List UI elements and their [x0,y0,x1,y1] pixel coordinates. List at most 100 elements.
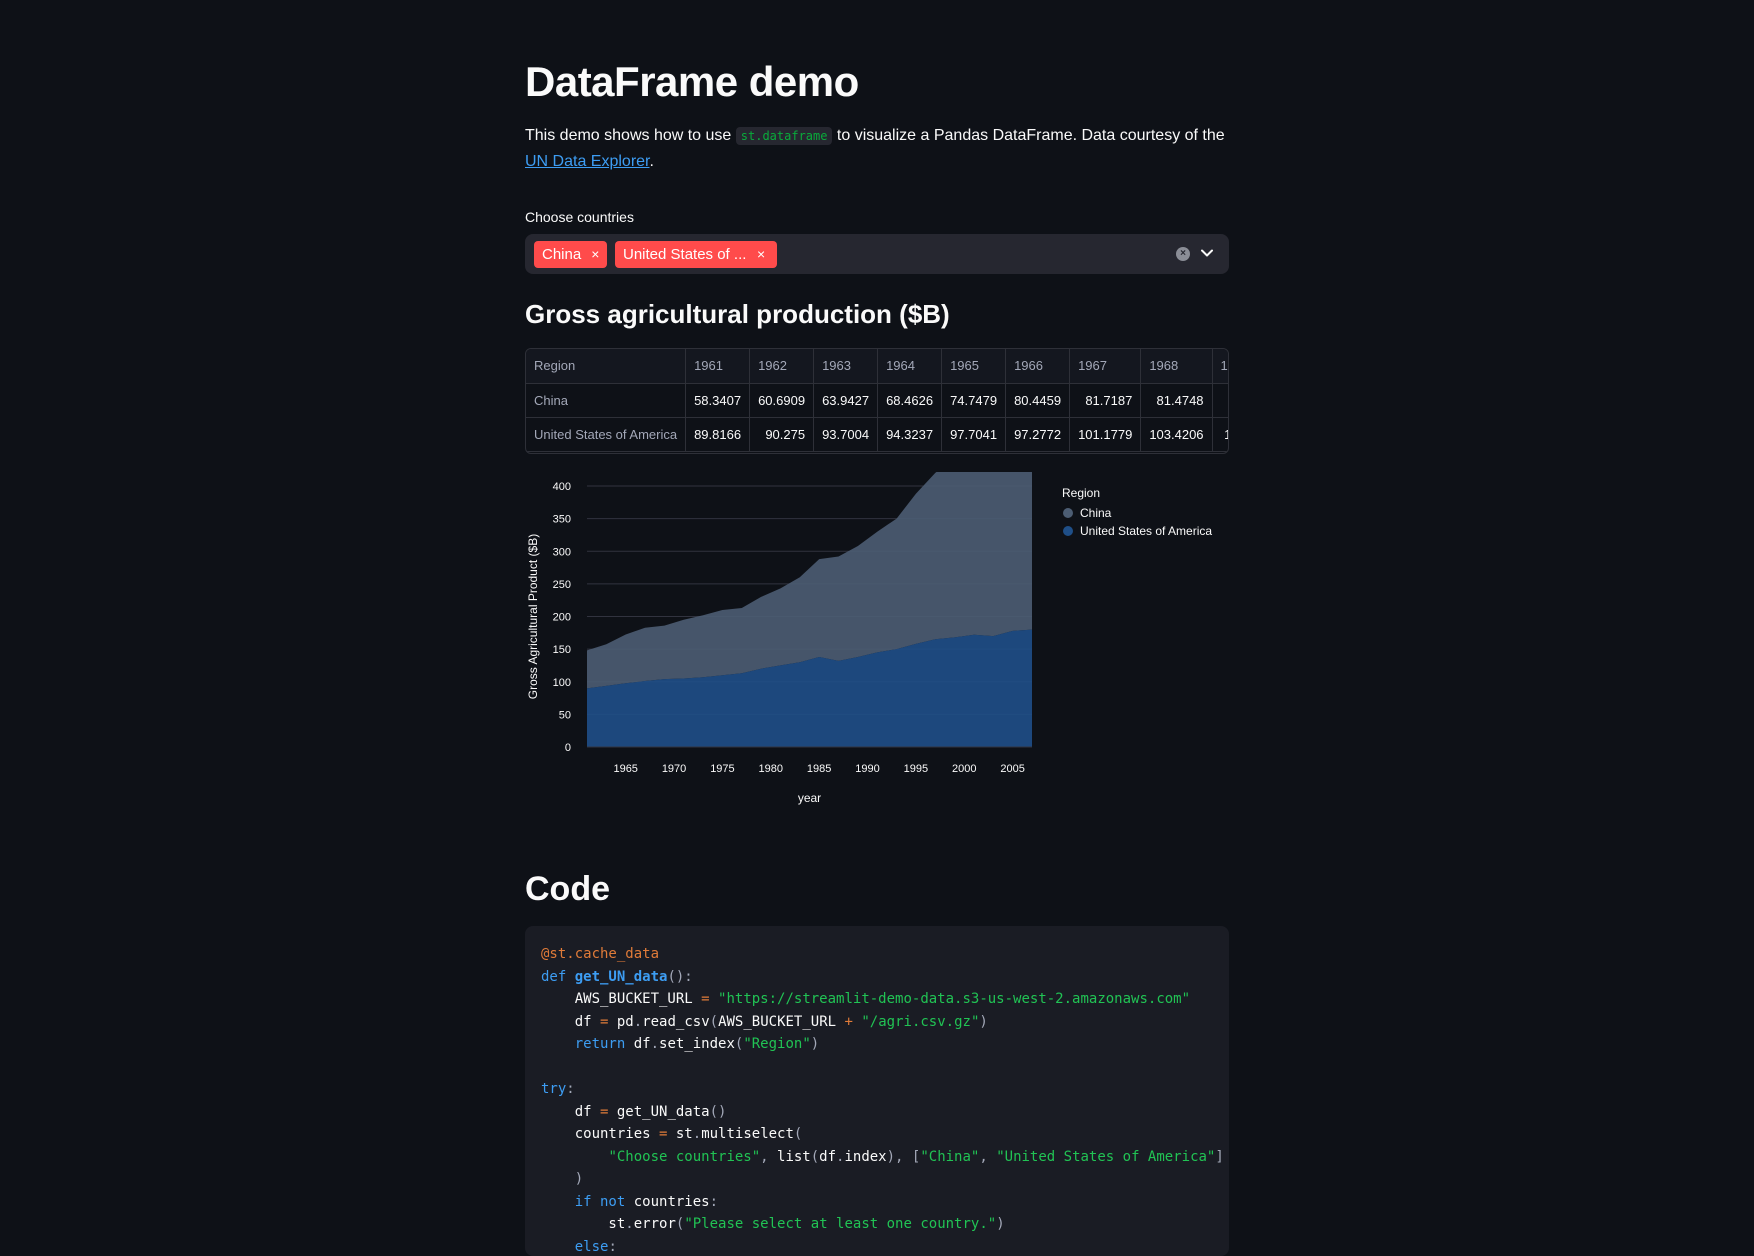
table-cell[interactable]: 60.6909 [750,383,814,417]
x-tick-label: 1995 [904,763,928,775]
code-line: if not countries: [541,1191,1213,1214]
country-multiselect[interactable]: China× United States of ...× × [525,234,1229,274]
code-token: ] [1215,1149,1223,1165]
table-row: China58.340760.690963.942768.462674.7479… [526,383,1229,417]
table-cell[interactable]: 97.7041 [942,417,1006,451]
chip-label: China [542,246,581,263]
table-cell[interactable]: 101.1779 [1070,417,1141,451]
area-chart[interactable]: 0501001502002503003504001965197019751980… [525,472,1229,822]
code-token: list [777,1149,811,1165]
chevron-down-icon[interactable] [1197,243,1217,263]
column-header-year[interactable]: 1965 [942,349,1006,383]
code-token: index [844,1149,886,1165]
code-token: "China" [920,1149,979,1165]
table-cell[interactable]: 90.275 [750,417,814,451]
y-tick-label: 0 [565,742,571,754]
code-token: "Choose countries" [608,1149,760,1165]
x-tick-label: 2005 [1000,763,1024,775]
table-cell[interactable]: 82. [1212,383,1229,417]
table-cell[interactable]: 89.8166 [686,417,750,451]
column-header-year[interactable]: 1969 [1212,349,1229,383]
x-tick-label: 1980 [759,763,783,775]
table-cell[interactable]: 97.2772 [1006,417,1070,451]
code-token: AWS_BUCKET_URL [541,991,701,1007]
y-tick-label: 200 [553,612,571,624]
code-line: countries = st.multiselect( [541,1123,1213,1146]
code-token: else [575,1239,609,1255]
x-tick-label: 2000 [952,763,976,775]
column-header-year[interactable]: 1964 [878,349,942,383]
code-token: read_csv [642,1014,709,1030]
code-token [541,1036,575,1052]
table-cell[interactable]: 94.3237 [878,417,942,451]
clear-all-icon[interactable]: × [1176,247,1190,261]
y-axis-label: Gross Agricultural Product ($B) [526,534,540,699]
code-token: return [575,1036,626,1052]
code-token: countries [625,1194,709,1210]
code-token: . [651,1036,659,1052]
code-token: try [541,1081,566,1097]
code-token: get_UN_data [608,1104,709,1120]
code-line: return df.set_index("Region") [541,1033,1213,1056]
code-token: get_UN_data [575,969,668,985]
column-header-year[interactable]: 1962 [750,349,814,383]
code-line: @st.cache_data [541,943,1213,966]
y-tick-label: 400 [553,481,571,493]
chip-remove-icon[interactable]: × [591,246,599,262]
code-token: st [667,1126,692,1142]
code-section-title: Code [525,865,610,913]
code-token: countries [541,1126,659,1142]
row-index-cell[interactable]: China [526,383,686,417]
code-token [541,1239,575,1255]
code-token: ( [811,1149,819,1165]
column-header-region[interactable]: Region [526,349,686,383]
code-token: "Region" [743,1036,810,1052]
dataframe-table[interactable]: Region1961196219631964196519661967196819… [525,348,1229,454]
code-token [541,1194,575,1210]
code-line: try: [541,1078,1213,1101]
table-cell[interactable]: 68.4626 [878,383,942,417]
row-index-cell[interactable]: United States of America [526,417,686,451]
code-token: if not [575,1194,626,1210]
table-header-row: Region1961196219631964196519661967196819… [526,349,1229,383]
table-cell[interactable]: 81.4748 [1141,383,1212,417]
code-token: ) [979,1014,987,1030]
code-token: "/agri.csv.gz" [861,1014,979,1030]
column-header-year[interactable]: 1961 [686,349,750,383]
legend-item-label: United States of America [1080,524,1212,538]
code-token: : [608,1239,616,1255]
x-tick-label: 1975 [710,763,734,775]
table-cell[interactable]: 81.7187 [1070,383,1141,417]
x-tick-label: 1985 [807,763,831,775]
code-token: . [625,1216,633,1232]
column-header-year[interactable]: 1963 [814,349,878,383]
code-token: df [625,1036,650,1052]
code-line: df = pd.read_csv(AWS_BUCKET_URL + "/agri… [541,1011,1213,1034]
code-line: def get_UN_data(): [541,966,1213,989]
code-token: ) [996,1216,1004,1232]
table-cell[interactable]: 104. [1212,417,1229,451]
legend-title: Region [1062,486,1100,500]
column-header-year[interactable]: 1966 [1006,349,1070,383]
code-token [541,1149,608,1165]
table-cell[interactable]: 58.3407 [686,383,750,417]
column-header-year[interactable]: 1967 [1070,349,1141,383]
code-token: : [710,1194,718,1210]
table-cell[interactable]: 80.4459 [1006,383,1070,417]
y-tick-label: 50 [559,709,571,721]
table-cell[interactable]: 74.7479 [942,383,1006,417]
table-cell[interactable]: 63.9427 [814,383,878,417]
column-header-year[interactable]: 1968 [1141,349,1212,383]
chip-remove-icon[interactable]: × [757,246,765,262]
table-cell[interactable]: 103.4206 [1141,417,1212,451]
code-token: () [710,1104,727,1120]
code-token: @st.cache_data [541,946,659,962]
intro-text: This demo shows how to use st.dataframe … [525,123,1229,174]
code-block[interactable]: @st.cache_datadef get_UN_data(): AWS_BUC… [525,926,1229,1256]
table-cell[interactable]: 93.7004 [814,417,878,451]
code-token: : [566,1081,574,1097]
un-data-explorer-link[interactable]: UN Data Explorer [525,153,650,170]
y-tick-label: 300 [553,546,571,558]
code-token: ( [794,1126,802,1142]
code-token: ( [710,1014,718,1030]
